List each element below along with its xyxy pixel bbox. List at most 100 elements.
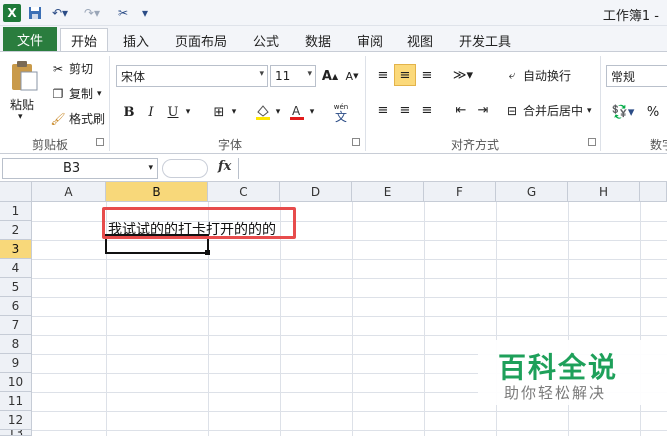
fill-handle[interactable]	[205, 250, 210, 255]
tab-developer[interactable]: 开发工具	[452, 28, 518, 52]
copy-icon: ❐	[52, 86, 64, 101]
decrease-indent-icon[interactable]: ⇤	[450, 99, 472, 121]
font-name-select[interactable]: 宋体 ▾	[116, 65, 268, 87]
align-right-icon[interactable]: ≡	[416, 99, 438, 121]
italic-button[interactable]: I	[140, 101, 162, 123]
row-header-5[interactable]: 5	[0, 278, 32, 297]
wrap-text-button[interactable]: ⤶ 自动换行	[504, 67, 571, 84]
column-header-g[interactable]: G	[496, 182, 568, 202]
number-group-label: 数字	[650, 138, 667, 152]
font-group-label: 字体	[217, 138, 242, 152]
formula-bar-splitter[interactable]	[162, 159, 208, 178]
column-header-e[interactable]: E	[352, 182, 424, 202]
scissors-icon: ✂	[52, 61, 64, 76]
merge-center-button[interactable]: ⊟ 合并后居中 ▾	[504, 102, 592, 119]
cut-label: 剪切	[69, 62, 94, 76]
grow-font-icon[interactable]: A ▲	[319, 65, 341, 87]
gridline	[32, 316, 667, 317]
paste-icon[interactable]	[6, 58, 42, 94]
gridline	[424, 202, 425, 436]
alignment-launcher-icon[interactable]	[588, 138, 596, 146]
font-color-dropdown-icon[interactable]: ▾	[306, 101, 318, 123]
row-header-6[interactable]: 6	[0, 297, 32, 316]
align-left-icon[interactable]: ≡	[372, 99, 394, 121]
underline-button[interactable]: U	[162, 101, 184, 123]
column-header-h[interactable]: H	[568, 182, 640, 202]
wrap-text-icon: ⤶	[508, 68, 516, 82]
font-size-select[interactable]: 11 ▾	[270, 65, 316, 87]
underline-dropdown-icon[interactable]: ▾	[182, 101, 194, 123]
column-header-f[interactable]: F	[424, 182, 496, 202]
row-header-12[interactable]: 12	[0, 411, 32, 430]
align-bottom-icon[interactable]: ≡	[416, 64, 438, 86]
row-header-3[interactable]: 3	[0, 240, 32, 259]
save-icon[interactable]	[26, 3, 44, 23]
format-painter-button[interactable]: 🖌 格式刷	[50, 110, 105, 127]
bold-button[interactable]: B	[118, 101, 140, 123]
clipboard-launcher-icon[interactable]	[96, 138, 104, 146]
tab-home[interactable]: 开始	[60, 28, 108, 52]
clipboard-group-label: 剪贴板	[31, 138, 68, 152]
row-header-13[interactable]: 13	[0, 430, 32, 436]
undo-icon[interactable]: ↶▾	[48, 3, 72, 23]
gridline	[32, 335, 667, 336]
font-color-icon[interactable]: A	[286, 101, 308, 123]
alignment-group-label: 对齐方式	[450, 138, 499, 152]
redo-icon[interactable]: ↷▾	[80, 3, 104, 23]
row-header-1[interactable]: 1	[0, 202, 32, 221]
row-header-7[interactable]: 7	[0, 316, 32, 335]
row-header-10[interactable]: 10	[0, 373, 32, 392]
borders-dropdown-icon[interactable]: ▾	[228, 101, 240, 123]
fill-color-dropdown-icon[interactable]: ▾	[272, 101, 284, 123]
phonetic-guide-icon[interactable]: wén 文	[328, 99, 354, 125]
row-header-9[interactable]: 9	[0, 354, 32, 373]
select-all-corner[interactable]	[0, 182, 32, 202]
name-box[interactable]: B3 ▾	[2, 158, 158, 179]
align-middle-icon[interactable]: ≡	[394, 64, 416, 86]
divider	[365, 56, 366, 151]
insert-function-icon[interactable]: fx	[218, 159, 231, 174]
column-header-d[interactable]: D	[280, 182, 352, 202]
row-header-4[interactable]: 4	[0, 259, 32, 278]
watermark-subtitle: 助你轻松解决	[504, 384, 607, 402]
highlight-box	[102, 207, 296, 239]
accounting-format-icon[interactable]: 💱▾	[608, 101, 638, 123]
tab-formulas[interactable]: 公式	[244, 28, 288, 52]
tab-view[interactable]: 视图	[398, 28, 442, 52]
tab-insert[interactable]: 插入	[114, 28, 158, 52]
title-bar: X ↶▾ ↷▾ ✂ ▾ 工作簿1 -	[0, 0, 667, 26]
borders-icon[interactable]: ⊞	[208, 101, 230, 123]
align-center-icon[interactable]: ≡	[394, 99, 416, 121]
tab-data[interactable]: 数据	[296, 28, 340, 52]
tab-review[interactable]: 审阅	[348, 28, 392, 52]
row-header-2[interactable]: 2	[0, 221, 32, 240]
wrap-text-label: 自动换行	[523, 69, 572, 83]
excel-logo-icon: X	[3, 4, 21, 22]
font-launcher-icon[interactable]	[352, 138, 360, 146]
column-header-b[interactable]: B	[106, 182, 208, 202]
column-header-a[interactable]: A	[32, 182, 106, 202]
tab-file[interactable]: 文件	[3, 27, 57, 51]
increase-indent-icon[interactable]: ⇥	[472, 99, 494, 121]
tools-icon[interactable]: ✂	[112, 3, 134, 23]
formula-input[interactable]	[238, 158, 667, 179]
customize-toolbar-icon[interactable]: ▾	[138, 3, 152, 23]
shrink-font-icon[interactable]: A ▼	[341, 65, 363, 87]
column-header-partial[interactable]	[640, 182, 667, 202]
column-header-c[interactable]: C	[208, 182, 280, 202]
cut-button[interactable]: ✂ 剪切	[50, 60, 93, 77]
row-header-11[interactable]: 11	[0, 392, 32, 411]
tab-page-layout[interactable]: 页面布局	[170, 28, 232, 52]
align-top-icon[interactable]: ≡	[372, 64, 394, 86]
percent-button[interactable]: %	[642, 101, 664, 123]
copy-label: 复制	[69, 87, 94, 101]
orientation-icon[interactable]: ≫▾	[448, 64, 478, 86]
fill-color-icon[interactable]	[252, 101, 274, 123]
number-format-select[interactable]: 常规	[606, 65, 667, 87]
gridline	[32, 411, 667, 412]
font-name-value: 宋体	[121, 69, 146, 84]
copy-button[interactable]: ❐ 复制 ▾	[50, 85, 102, 102]
row-header-8[interactable]: 8	[0, 335, 32, 354]
paste-button[interactable]: 粘贴	[10, 96, 34, 113]
paste-dropdown-icon[interactable]: ▾	[18, 112, 23, 122]
